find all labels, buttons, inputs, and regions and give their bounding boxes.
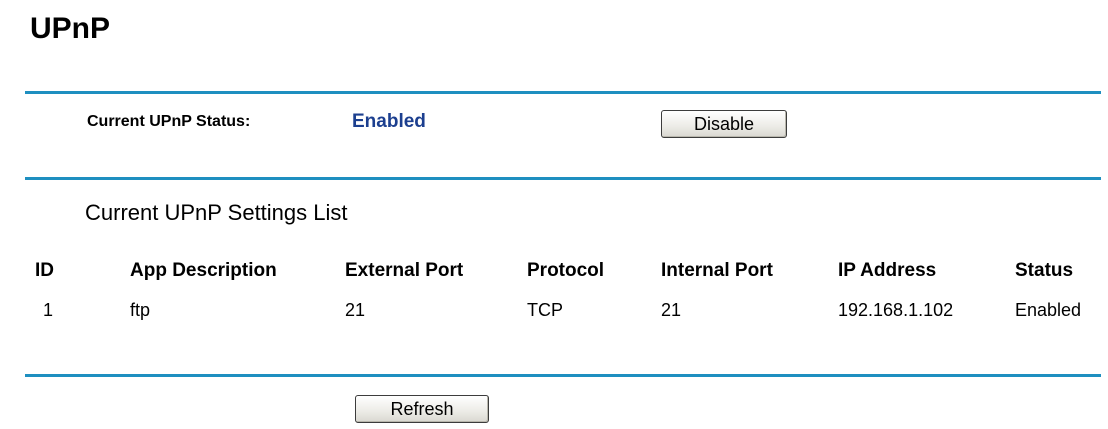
column-header-internal-port: Internal Port: [661, 260, 773, 281]
settings-list-title: Current UPnP Settings List: [85, 200, 348, 225]
divider-bottom: [25, 374, 1101, 377]
refresh-button[interactable]: Refresh: [355, 395, 489, 423]
cell-ip-address: 192.168.1.102: [838, 300, 954, 320]
cell-status: Enabled: [1015, 300, 1082, 320]
column-header-status: Status: [1015, 260, 1074, 281]
cell-app-description: ftp: [130, 300, 151, 320]
cell-external-port: 21: [345, 300, 366, 320]
divider-top: [25, 91, 1101, 94]
disable-button[interactable]: Disable: [661, 110, 787, 138]
cell-internal-port: 21: [661, 300, 682, 320]
divider-middle: [25, 177, 1101, 180]
column-header-app-description: App Description: [130, 260, 277, 281]
cell-protocol: TCP: [527, 300, 563, 320]
page-title: UPnP: [30, 12, 111, 45]
upnp-status-label: Current UPnP Status:: [87, 113, 251, 130]
cell-id: 1: [43, 300, 54, 320]
column-header-id: ID: [35, 260, 54, 281]
column-header-external-port: External Port: [345, 260, 464, 281]
column-header-ip-address: IP Address: [838, 260, 937, 281]
upnp-status-value: Enabled: [352, 111, 426, 132]
column-header-protocol: Protocol: [527, 260, 605, 281]
